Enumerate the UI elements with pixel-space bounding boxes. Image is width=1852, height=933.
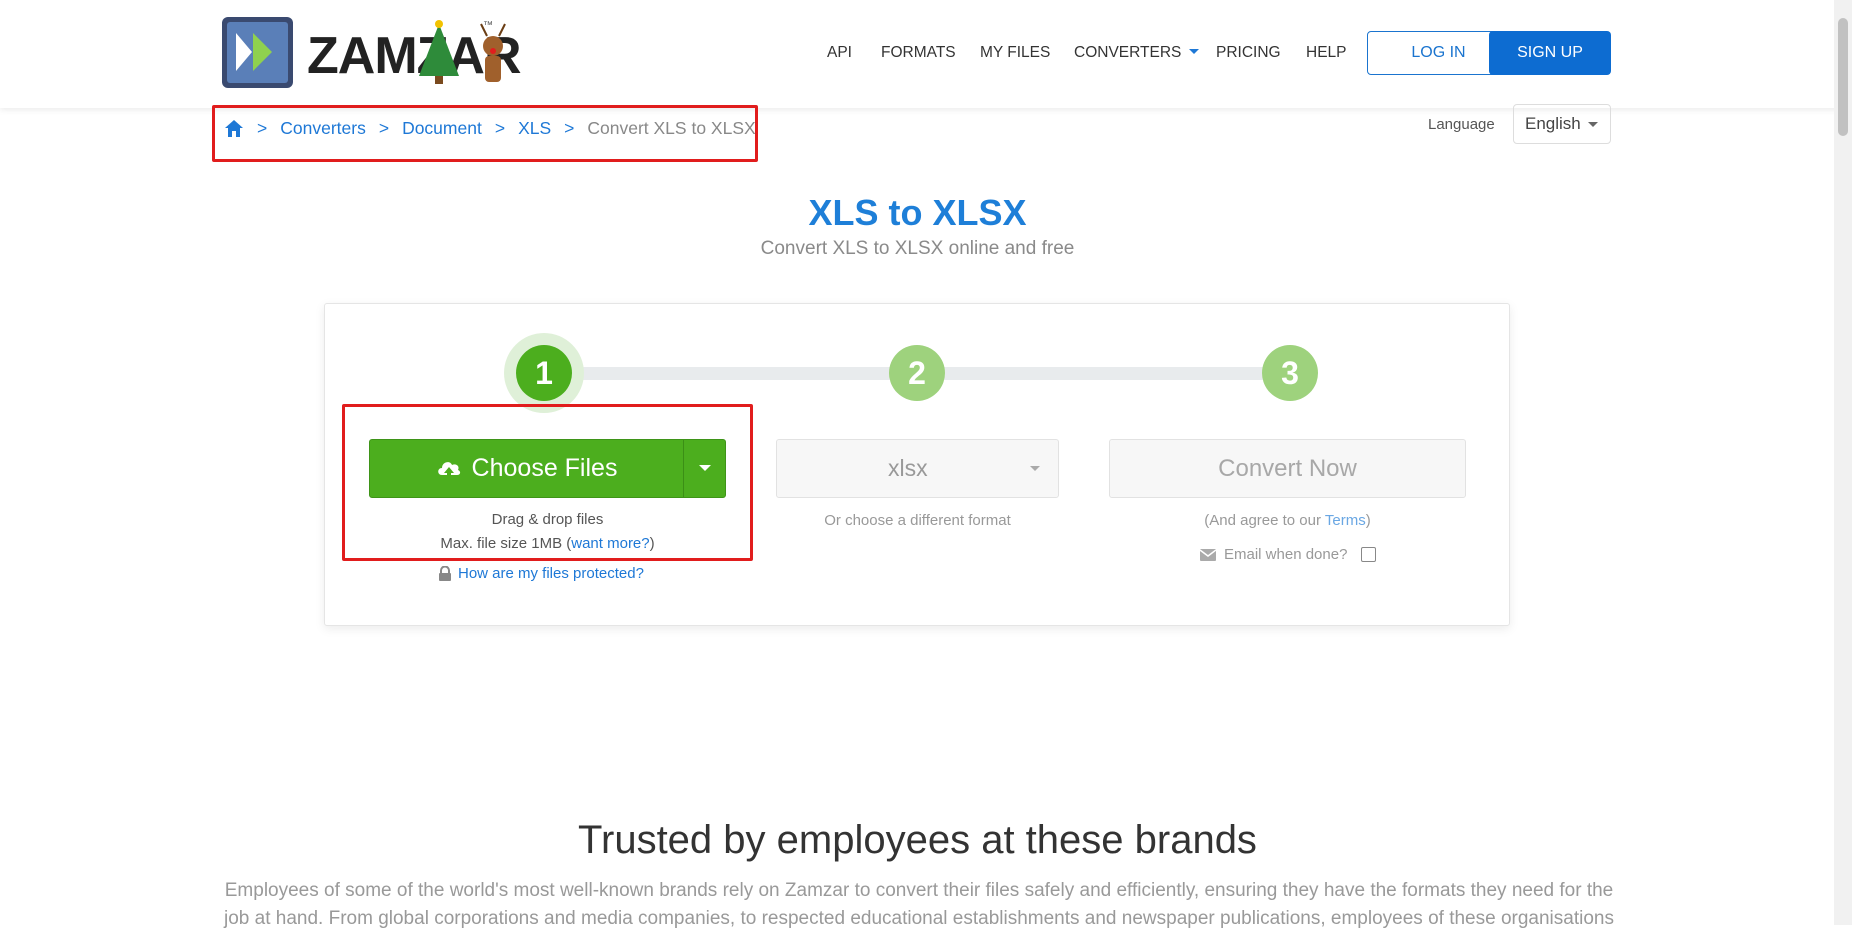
- convert-now-button[interactable]: Convert Now: [1109, 439, 1466, 498]
- brands-heading: Trusted by employees at these brands: [578, 818, 1257, 862]
- logo-arrows-icon: [222, 17, 293, 88]
- site-header: ZAMZAR ™ API FORMATS MY FILES CONVERTERS…: [0, 0, 1852, 108]
- step-3-badge: 3: [1262, 345, 1318, 401]
- step-2-badge: 2: [889, 345, 945, 401]
- terms-link[interactable]: Terms: [1325, 512, 1366, 529]
- format-hint: Or choose a different format: [824, 512, 1011, 529]
- agree-close: ): [1365, 512, 1371, 529]
- lock-icon: [439, 566, 451, 581]
- zamzar-logo[interactable]: ZAMZAR ™: [221, 14, 522, 94]
- nav-formats[interactable]: FORMATS: [881, 44, 956, 62]
- email-checkbox[interactable]: [1361, 547, 1377, 562]
- breadcrumb-highlight-box: [212, 105, 758, 162]
- email-when-done: Email when done?: [1200, 546, 1377, 563]
- page-scrollbar[interactable]: [1834, 0, 1852, 925]
- format-select[interactable]: xlsx: [776, 439, 1059, 498]
- page-title: XLS to XLSX: [808, 192, 1027, 233]
- nav-my-files[interactable]: MY FILES: [980, 44, 1050, 62]
- nav-help[interactable]: HELP: [1306, 44, 1347, 62]
- email-label: Email when done?: [1224, 546, 1348, 563]
- files-protected-link[interactable]: How are my files protected?: [438, 565, 644, 582]
- nav-api[interactable]: API: [827, 44, 852, 62]
- reindeer-icon: [480, 23, 506, 82]
- upload-highlight-box: [342, 404, 753, 561]
- nav-converters-dropdown[interactable]: CONVERTERS: [1074, 44, 1199, 62]
- language-select[interactable]: English: [1513, 104, 1611, 144]
- agree-text: (And agree to our: [1204, 512, 1325, 529]
- language-label: Language: [1428, 116, 1495, 133]
- signup-button[interactable]: SIGN UP: [1489, 31, 1611, 75]
- christmas-tree-icon: [419, 20, 459, 84]
- files-protected-text: How are my files protected?: [458, 565, 644, 582]
- step-1-badge: 1: [516, 345, 572, 401]
- nav-pricing[interactable]: PRICING: [1216, 44, 1281, 62]
- envelope-icon: [1200, 548, 1216, 561]
- scrollbar-thumb[interactable]: [1838, 18, 1848, 136]
- terms-agreement: (And agree to our Terms): [1109, 512, 1466, 529]
- page-subtitle: Convert XLS to XLSX online and free: [760, 238, 1075, 259]
